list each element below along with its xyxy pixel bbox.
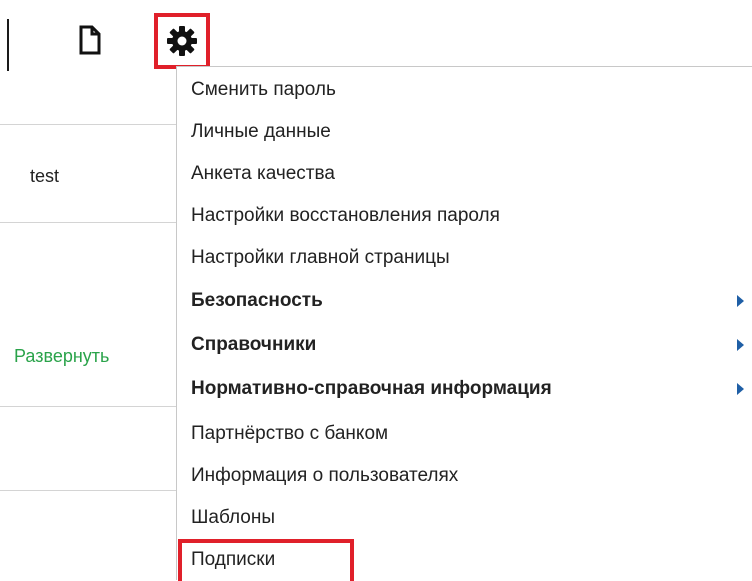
menu-item-label: Сменить пароль	[191, 79, 336, 100]
menu-item-security[interactable]: Безопасность	[177, 280, 752, 322]
menu-item-label: Информация о пользователях	[191, 465, 459, 486]
settings-dropdown-menu: Сменить пароль Личные данные Анкета каче…	[176, 66, 752, 581]
menu-item-label: Личные данные	[191, 121, 331, 142]
menu-item-label: Настройки восстановления пароля	[191, 205, 500, 226]
menu-item-label: Безопасность	[191, 290, 323, 311]
submenu-arrow-icon	[737, 383, 744, 395]
toolbar-divider	[7, 19, 9, 71]
menu-item-change-password[interactable]: Сменить пароль	[177, 69, 752, 111]
table-divider	[0, 490, 176, 491]
menu-item-templates[interactable]: Шаблоны	[177, 497, 752, 539]
menu-item-quality-survey[interactable]: Анкета качества	[177, 153, 752, 195]
menu-item-label: Настройки главной страницы	[191, 247, 450, 268]
menu-item-reference-information[interactable]: Нормативно-справочная информация	[177, 368, 752, 410]
submenu-arrow-icon	[737, 339, 744, 351]
submenu-arrow-icon	[737, 295, 744, 307]
menu-item-label: Справочники	[191, 334, 317, 355]
menu-item-home-page-settings[interactable]: Настройки главной страницы	[177, 237, 752, 279]
table-cell-value: test	[30, 166, 60, 186]
menu-item-directories[interactable]: Справочники	[177, 324, 752, 366]
menu-item-password-recovery-settings[interactable]: Настройки восстановления пароля	[177, 195, 752, 237]
gear-icon	[167, 26, 197, 56]
document-icon	[79, 25, 101, 55]
expand-link[interactable]: Развернуть	[14, 346, 109, 367]
table-divider	[0, 124, 176, 125]
table-divider	[0, 406, 176, 407]
table-divider	[0, 222, 176, 223]
menu-item-personal-data[interactable]: Личные данные	[177, 111, 752, 153]
menu-item-label: Шаблоны	[191, 507, 276, 528]
highlight-frame	[178, 539, 354, 581]
menu-item-bank-partnership[interactable]: Партнёрство с банком	[177, 413, 752, 455]
menu-item-label: Партнёрство с банком	[191, 423, 389, 444]
menu-item-user-information[interactable]: Информация о пользователях	[177, 455, 752, 497]
menu-item-label: Анкета качества	[191, 163, 335, 184]
menu-item-label: Нормативно-справочная информация	[191, 378, 552, 399]
new-document-button[interactable]	[76, 22, 104, 58]
settings-button[interactable]	[154, 13, 210, 69]
